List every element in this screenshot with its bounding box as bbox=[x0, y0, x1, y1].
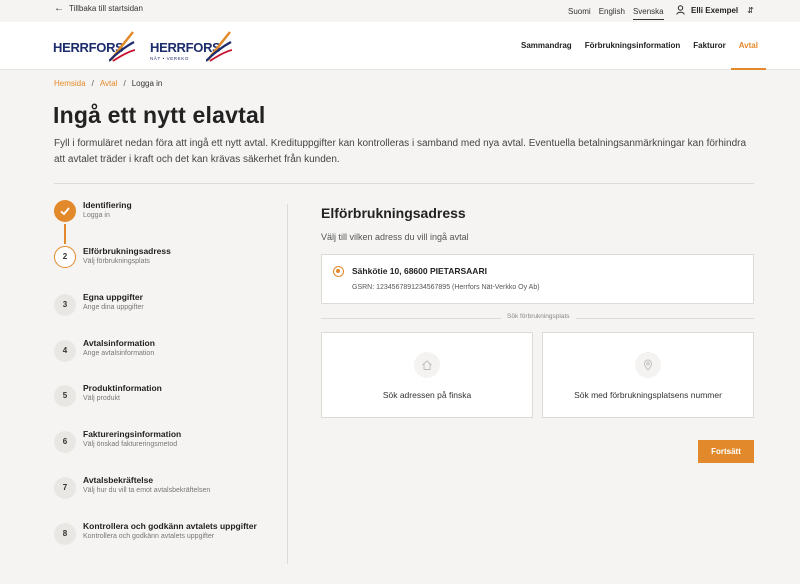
step-subtitle: Kontrollera och godkänn avtalets uppgift… bbox=[83, 533, 215, 540]
back-link-label: Tillbaka till startsidan bbox=[69, 4, 143, 13]
language-english[interactable]: English bbox=[599, 7, 625, 20]
user-icon bbox=[676, 5, 685, 15]
nav-item-forbrukningsinformation[interactable]: Förbrukningsinformation bbox=[585, 22, 681, 70]
gsrn-text: GSRN: 1234567891234567895 (Herrfors Nät-… bbox=[352, 284, 540, 291]
continue-button[interactable]: Fortsätt bbox=[698, 440, 754, 463]
step-subtitle: Välj produkt bbox=[83, 395, 120, 402]
step-subtitle: Välj hur du vill ta emot avtalsbekräftel… bbox=[83, 487, 211, 494]
search-address-finnish-card[interactable]: Sök adressen på finska bbox=[321, 332, 533, 418]
option-label: Sök med förbrukningsplatsens nummer bbox=[574, 390, 722, 400]
vertical-divider bbox=[287, 204, 288, 564]
utility-bar: ← Tillbaka till startsidan Suomi English… bbox=[0, 0, 800, 22]
logo-swoosh-icon bbox=[109, 31, 135, 62]
step-title: Identifiering bbox=[83, 200, 132, 210]
address-option-card[interactable]: Sähkötie 10, 68600 PIETARSAARI GSRN: 123… bbox=[321, 254, 754, 304]
address-radio-selected[interactable] bbox=[333, 266, 344, 277]
language-svenska[interactable]: Svenska bbox=[632, 7, 664, 20]
step-subtitle: Välj önskad faktureringsmetod bbox=[83, 441, 178, 448]
step-number: 3 bbox=[54, 294, 76, 316]
user-menu[interactable]: Elli Exempel ⇵ bbox=[676, 5, 754, 15]
step-number: 5 bbox=[54, 385, 76, 407]
page-title: Ingå ett nytt elavtal bbox=[53, 102, 266, 128]
search-by-number-card[interactable]: Sök med förbrukningsplatsens nummer bbox=[542, 332, 754, 418]
step-title: Faktureringsinformation bbox=[83, 429, 182, 439]
home-icon bbox=[414, 352, 440, 378]
step-title: Egna uppgifter bbox=[83, 292, 143, 302]
breadcrumb-current: Logga in bbox=[131, 79, 163, 88]
step-number: 7 bbox=[54, 477, 76, 499]
nav-item-sammandrag[interactable]: Sammandrag bbox=[521, 22, 572, 70]
step-title: Produktinformation bbox=[83, 383, 162, 393]
address-text: Sähkötie 10, 68600 PIETARSAARI bbox=[352, 266, 487, 276]
step-subtitle: Välj förbrukningsplats bbox=[83, 258, 150, 265]
breadcrumb: Hemsida / Avtal / Logga in bbox=[54, 79, 162, 88]
site-header: HERRFORS HERRFORS NÄT • VERKKO Sammandra… bbox=[0, 22, 800, 70]
step-number: 8 bbox=[54, 523, 76, 545]
herrfors-nat-verkko-logo[interactable]: HERRFORS NÄT • VERKKO bbox=[150, 30, 232, 62]
section-title: Elförbrukningsadress bbox=[321, 205, 466, 221]
step-title: Avtalsinformation bbox=[83, 338, 155, 348]
location-pin-icon bbox=[635, 352, 661, 378]
language-switcher: Suomi English Svenska bbox=[568, 7, 672, 20]
step-title: Avtalsbekräftelse bbox=[83, 475, 154, 485]
option-label: Sök adressen på finska bbox=[382, 390, 472, 400]
back-to-home-link[interactable]: ← Tillbaka till startsidan bbox=[54, 2, 143, 14]
page-intro: Fyll i formuläret nedan föra att ingå et… bbox=[54, 138, 747, 165]
section-subtitle: Välj till vilken adress du vill ingå avt… bbox=[321, 232, 469, 242]
nav-item-avtal[interactable]: Avtal bbox=[730, 22, 767, 70]
logo-swoosh-icon bbox=[206, 31, 232, 62]
nav-item-fakturor[interactable]: Fakturor bbox=[693, 22, 725, 70]
step-connector bbox=[64, 224, 66, 244]
breadcrumb-hemsida[interactable]: Hemsida bbox=[54, 79, 86, 88]
breadcrumb-separator: / bbox=[91, 79, 94, 88]
breadcrumb-avtal[interactable]: Avtal bbox=[100, 79, 118, 88]
breadcrumb-separator: / bbox=[123, 79, 126, 88]
arrow-left-icon: ← bbox=[54, 2, 64, 14]
herrfors-logo[interactable]: HERRFORS bbox=[53, 30, 135, 62]
main-nav: Sammandrag Förbrukningsinformation Faktu… bbox=[521, 22, 771, 70]
divider bbox=[54, 183, 754, 184]
step-title: Elförbrukningsadress bbox=[83, 246, 171, 256]
step-subtitle: Logga in bbox=[83, 212, 110, 219]
step-subtitle: Ange avtalsinformation bbox=[83, 350, 155, 357]
step-number: 6 bbox=[54, 431, 76, 453]
step-number: 2 bbox=[54, 246, 76, 268]
language-suomi[interactable]: Suomi bbox=[568, 7, 591, 20]
chevron-up-down-icon: ⇵ bbox=[747, 5, 754, 15]
step-title: Kontrollera och godkänn avtalets uppgift… bbox=[83, 521, 257, 531]
search-divider-label: Sök förbrukningsplats bbox=[501, 313, 576, 320]
checkmark-icon bbox=[54, 200, 76, 222]
step-number: 4 bbox=[54, 340, 76, 362]
step-subtitle: Ange dina uppgifter bbox=[83, 304, 144, 311]
user-name: Elli Exempel bbox=[691, 5, 739, 15]
